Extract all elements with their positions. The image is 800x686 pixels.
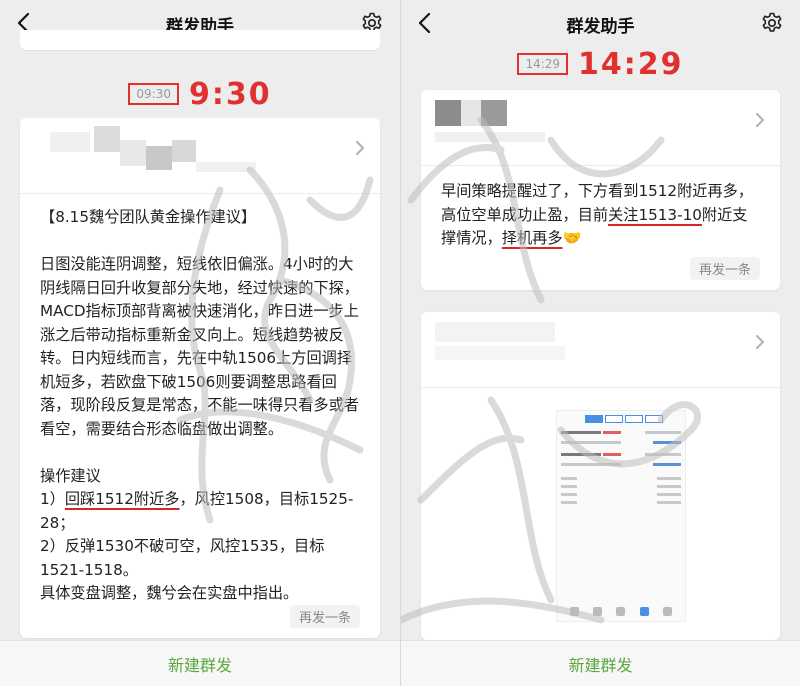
blurred-avatar: [435, 100, 461, 126]
timestamp-small: 14:29: [517, 53, 569, 75]
message-text: 早间策略提醒过了，下方看到1512附近再多，高位空单成功止盈，目前关注1513-…: [441, 180, 760, 251]
message-closing: 具体变盘调整，魏兮会在实盘中指出。: [40, 584, 299, 602]
message-heading: 【8.15魏兮团队黄金操作建议】: [40, 208, 257, 226]
blurred-avatar: [435, 346, 565, 360]
operation-1-highlight: 回踩1512附近多: [64, 490, 180, 508]
bottom-bar: 新建群发: [0, 640, 400, 686]
blurred-avatar: [435, 132, 545, 142]
resend-button[interactable]: 再发一条: [289, 605, 360, 628]
screenshot-tab-icon: [593, 607, 603, 616]
screenshot-line: [657, 485, 681, 488]
screenshot-tab: [625, 415, 643, 423]
screenshot-line: [561, 477, 577, 480]
blurred-avatar: [120, 140, 146, 166]
screenshot-line: [603, 453, 621, 456]
screenshot-line: [561, 501, 577, 504]
new-broadcast-button[interactable]: 新建群发: [568, 652, 632, 676]
screenshot-tab-icon: [570, 607, 580, 616]
screenshot-tab-icon: [639, 607, 649, 616]
right-panel: 群发助手 14:29 14:29 早间策略提醒过了，下方看到1512附近再多，高…: [400, 0, 800, 686]
operation-2: 2）反弹1530不破可空，风控1535，目标1521-1518。: [40, 537, 325, 579]
screenshot-line: [561, 463, 621, 466]
screenshot-tab: [605, 415, 623, 423]
message-analysis: 日图没能连阴调整，短线依旧偏涨。4小时的大阴线隔日回升收复部分失地，经过快速的下…: [40, 255, 359, 438]
timestamp-large: 9:30: [188, 76, 272, 112]
broadcast-message-card: 早间策略提醒过了，下方看到1512附近再多，高位空单成功止盈，目前关注1513-…: [421, 90, 780, 290]
blurred-avatar: [461, 100, 481, 126]
screenshot-line: [561, 485, 577, 488]
resend-button[interactable]: 再发一条: [689, 257, 760, 280]
screenshot-tabs: [585, 415, 663, 423]
timestamp: 14:29 14:29: [401, 44, 800, 84]
image-message-card: [421, 312, 780, 640]
screenshot-tab-icon: [662, 607, 672, 616]
recipients-header[interactable]: [421, 90, 780, 166]
screenshot-line: [561, 441, 621, 444]
recipients-header[interactable]: [421, 312, 780, 388]
previous-message-card: [20, 30, 380, 50]
message-body: 早间策略提醒过了，下方看到1512附近再多，高位空单成功止盈，目前关注1513-…: [421, 166, 780, 251]
bottom-bar: 新建群发: [401, 640, 800, 686]
blurred-avatar: [50, 132, 90, 152]
screenshot-line: [603, 431, 621, 434]
nav-bar: 群发助手: [401, 0, 800, 46]
blurred-avatar: [146, 146, 172, 170]
message-body: 【8.15魏兮团队黄金操作建议】 日图没能连阴调整，短线依旧偏涨。4小时的大阴线…: [20, 194, 380, 606]
blurred-avatar: [94, 126, 120, 152]
screenshot-tab-bar: [563, 607, 679, 616]
timestamp-small: 09:30: [128, 83, 179, 105]
page-title: 群发助手: [566, 17, 635, 37]
screenshot-line: [561, 431, 601, 434]
message-highlight-2: 择机再多: [501, 229, 563, 247]
screenshot-line: [657, 501, 681, 504]
blurred-avatar: [196, 162, 256, 172]
screenshot-line: [645, 431, 681, 434]
blurred-avatar: [435, 322, 555, 342]
broadcast-message-card: 【8.15魏兮团队黄金操作建议】 日图没能连阴调整，短线依旧偏涨。4小时的大阴线…: [20, 118, 380, 638]
message-highlight-1: 关注1513-10: [608, 205, 702, 224]
card-chevron-icon: [756, 335, 764, 349]
screenshot-line: [657, 477, 681, 480]
recipients-header[interactable]: [20, 118, 380, 194]
card-chevron-icon: [756, 113, 764, 127]
screenshot-line: [653, 463, 681, 466]
blurred-avatar: [481, 100, 507, 126]
timestamp: 09:30 9:30: [0, 74, 400, 114]
operation-1: 1）回踩1512附近多，风控1508，目标1525-28；: [40, 488, 360, 535]
card-chevron-icon: [356, 141, 364, 155]
new-broadcast-button[interactable]: 新建群发: [168, 652, 232, 676]
screenshot-tab: [585, 415, 603, 423]
trade-screenshot-image[interactable]: [556, 410, 686, 622]
screenshot-line: [561, 493, 577, 496]
operation-1-prefix: 1）: [40, 490, 65, 508]
settings-gear-icon[interactable]: [760, 11, 784, 35]
operations-title: 操作建议: [40, 466, 101, 485]
screenshot-line: [645, 453, 681, 456]
screenshot-line: [653, 441, 681, 444]
left-panel: 群发助手 09:30 9:30 【8.15魏兮团队黄金操作建议】 日图没能连阴调…: [0, 0, 400, 686]
blurred-avatar: [172, 140, 196, 162]
screenshot-tab-icon: [616, 607, 626, 616]
screenshot-line: [657, 493, 681, 496]
screenshot-line: [561, 453, 601, 456]
handshake-emoji: 🤝: [562, 229, 582, 247]
screenshot-tab: [645, 415, 663, 423]
timestamp-large: 14:29: [578, 46, 684, 82]
